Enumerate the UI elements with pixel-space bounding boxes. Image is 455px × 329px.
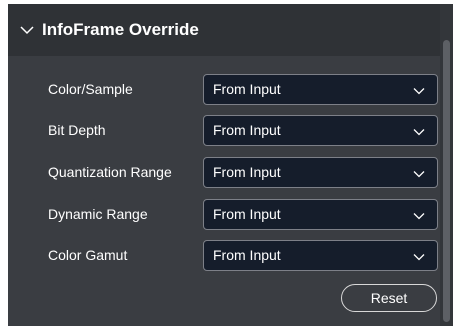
chevron-down-icon[interactable] (20, 23, 34, 37)
color-sample-label: Color/Sample (48, 81, 133, 97)
select-value: From Input (213, 81, 281, 97)
row-color-gamut: Color Gamut From Input (8, 240, 440, 271)
panel-header[interactable]: InfoFrame Override (8, 4, 440, 56)
row-dynamic-range: Dynamic Range From Input (8, 199, 440, 230)
panel-title: InfoFrame Override (42, 20, 199, 39)
scrollbar-thumb[interactable] (443, 40, 450, 322)
select-value: From Input (213, 122, 281, 138)
chevron-down-icon (413, 84, 425, 96)
bit-depth-select[interactable]: From Input (203, 115, 438, 146)
quantization-range-select[interactable]: From Input (203, 157, 438, 188)
select-value: From Input (213, 164, 281, 180)
select-value: From Input (213, 247, 281, 263)
chevron-down-icon (413, 250, 425, 262)
color-gamut-select[interactable]: From Input (203, 240, 438, 271)
dynamic-range-label: Dynamic Range (48, 206, 148, 222)
select-value: From Input (213, 206, 281, 222)
infoframe-override-panel: InfoFrame Override Color/Sample From Inp… (8, 4, 453, 326)
reset-button[interactable]: Reset (341, 284, 437, 312)
chevron-down-icon (413, 125, 425, 137)
color-gamut-label: Color Gamut (48, 247, 128, 263)
row-quantization-range: Quantization Range From Input (8, 157, 440, 188)
dynamic-range-select[interactable]: From Input (203, 199, 438, 230)
chevron-down-icon (413, 167, 425, 179)
row-color-sample: Color/Sample From Input (8, 74, 440, 105)
quantization-range-label: Quantization Range (48, 164, 172, 180)
row-bit-depth: Bit Depth From Input (8, 115, 440, 146)
bit-depth-label: Bit Depth (48, 122, 106, 138)
scrollbar[interactable] (440, 4, 453, 326)
color-sample-select[interactable]: From Input (203, 74, 438, 105)
chevron-down-icon (413, 209, 425, 221)
